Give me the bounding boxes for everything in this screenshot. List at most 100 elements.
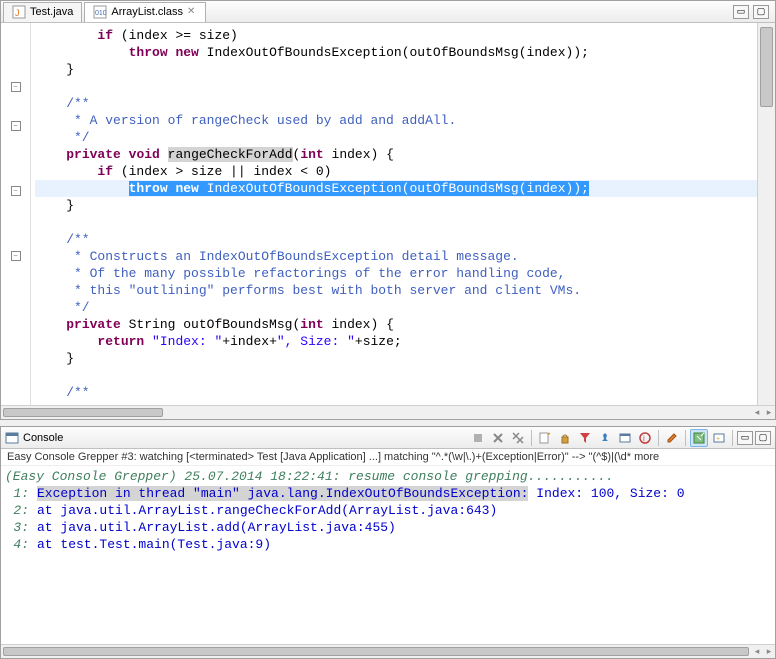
keyword: int [300,147,323,162]
fold-toggle[interactable]: − [11,82,21,92]
code-text: (index > size || index < 0) [113,164,331,179]
keyword: if [97,164,113,179]
code-text [144,334,152,349]
keyword: if [97,28,113,43]
code-text: IndexOutOfBoundsException(outOfBoundsMsg… [199,181,589,196]
console-row: 1: Exception in thread "main" java.lang.I… [5,485,771,502]
line-number: 2: [5,502,29,519]
console-status: Easy Console Grepper #3: watching [<term… [1,449,775,466]
console-pane: Console i + ▭ ▢ Easy Console Grepper #3:… [0,426,776,659]
scroll-left-icon[interactable]: ◂ [751,406,763,419]
code-text [35,181,129,196]
fold-toggle[interactable]: − [11,251,21,261]
editor-window-controls: ▭ ▢ [733,5,775,19]
comment: /** [35,385,90,400]
scrollbar-thumb[interactable] [760,27,773,107]
grep-toggle-button[interactable] [690,429,708,447]
open-console-button[interactable]: + [710,429,728,447]
tab-test-java[interactable]: J Test.java [3,2,82,22]
fold-toggle[interactable]: − [11,186,21,196]
code-text: String outOfBoundsMsg( [121,317,300,332]
code-text [35,317,66,332]
display-selected-button[interactable] [616,429,634,447]
comment: * Of the many possible refactorings of t… [35,266,566,281]
scroll-lock-button[interactable] [556,429,574,447]
code-text: } [35,62,74,77]
console-text: Exception in thread "main" java.lang.Ind… [37,485,685,502]
remove-launch-button[interactable] [489,429,507,447]
console-row: 2: at java.util.ArrayList.rangeCheckForA… [5,502,771,519]
code-body[interactable]: if (index >= size) throw new IndexOutOfB… [31,23,757,405]
minimize-button[interactable]: ▭ [737,431,753,445]
horizontal-scrollbar[interactable]: ◂ ▸ [1,405,775,419]
tab-arraylist-class[interactable]: 010 ArrayList.class ✕ [84,2,206,22]
keyword: private [66,317,121,332]
line-number: 1: [5,485,29,502]
scrollbar-thumb[interactable] [3,647,749,656]
comment: /** [35,232,90,247]
editor-tab-bar: J Test.java 010 ArrayList.class ✕ ▭ ▢ [1,1,775,23]
svg-text:J: J [15,8,20,18]
maximize-button[interactable]: ▢ [753,5,769,19]
console-init-line: (Easy Console Grepper) 25.07.2014 18:22:… [5,468,771,485]
scrollbar-thumb[interactable] [3,408,163,417]
gutter[interactable]: − − − − [1,23,31,405]
tab-label: Test.java [30,6,73,18]
scroll-left-icon[interactable]: ◂ [751,645,763,658]
comment: */ [35,130,90,145]
code-text [35,45,129,60]
code-area: − − − − if (index >= size) throw new Ind… [1,23,775,405]
scroll-right-icon[interactable]: ▸ [763,645,775,658]
code-text: +size; [355,334,402,349]
code-text: (index >= size) [113,28,238,43]
terminate-button[interactable] [469,429,487,447]
horizontal-scrollbar[interactable]: ◂ ▸ [1,644,775,658]
selection: throw new IndexOutOfBoundsException(outO… [129,181,589,196]
keyword: private [66,147,121,162]
console-body[interactable]: (Easy Console Grepper) 25.07.2014 18:22:… [1,466,775,643]
pin-console-button[interactable] [596,429,614,447]
line-number: 4: [5,536,29,553]
comment: /** [35,96,90,111]
svg-text:+: + [716,436,720,443]
code-text: } [35,198,74,213]
occurrence-highlight: rangeCheckForAdd [168,147,293,162]
keyword: int [300,317,323,332]
keyword: new [175,181,198,196]
code-text: } [35,351,74,366]
console-text: Index: 100, Size: 0 [528,486,684,501]
class-file-icon: 010 [93,5,107,19]
keyword: return [97,334,144,349]
scroll-right-icon[interactable]: ▸ [763,406,775,419]
string: ", Size: " [277,334,355,349]
info-button[interactable]: i [636,429,654,447]
close-icon[interactable]: ✕ [187,7,197,17]
keyword: void [129,147,160,162]
java-file-icon: J [12,5,26,19]
separator [531,430,532,446]
editor-pane: J Test.java 010 ArrayList.class ✕ ▭ ▢ − … [0,0,776,420]
remove-all-button[interactable] [509,429,527,447]
minimize-button[interactable]: ▭ [733,5,749,19]
code-text: IndexOutOfBoundsException(outOfBoundsMsg… [199,45,589,60]
edit-button[interactable] [663,429,681,447]
vertical-scrollbar[interactable] [757,23,775,405]
clear-console-button[interactable] [536,429,554,447]
selection: Exception in thread "main" java.lang.Ind… [37,486,528,501]
scrollbar-track[interactable] [3,647,749,656]
separator [685,430,686,446]
code-text: +index+ [222,334,277,349]
stack-trace-link[interactable]: at test.Test.main(Test.java:9) [37,536,271,553]
console-header: Console i + ▭ ▢ [1,427,775,449]
stack-trace-link[interactable]: at java.util.ArrayList.rangeCheckForAdd(… [37,502,497,519]
filter-button[interactable] [576,429,594,447]
keyword: new [175,45,198,60]
maximize-button[interactable]: ▢ [755,431,771,445]
console-row: 4: at test.Test.main(Test.java:9) [5,536,771,553]
separator [732,430,733,446]
console-row: 3: at java.util.ArrayList.add(ArrayList.… [5,519,771,536]
scrollbar-track[interactable] [3,408,749,417]
fold-toggle[interactable]: − [11,121,21,131]
stack-trace-link[interactable]: at java.util.ArrayList.add(ArrayList.jav… [37,519,396,536]
separator [658,430,659,446]
